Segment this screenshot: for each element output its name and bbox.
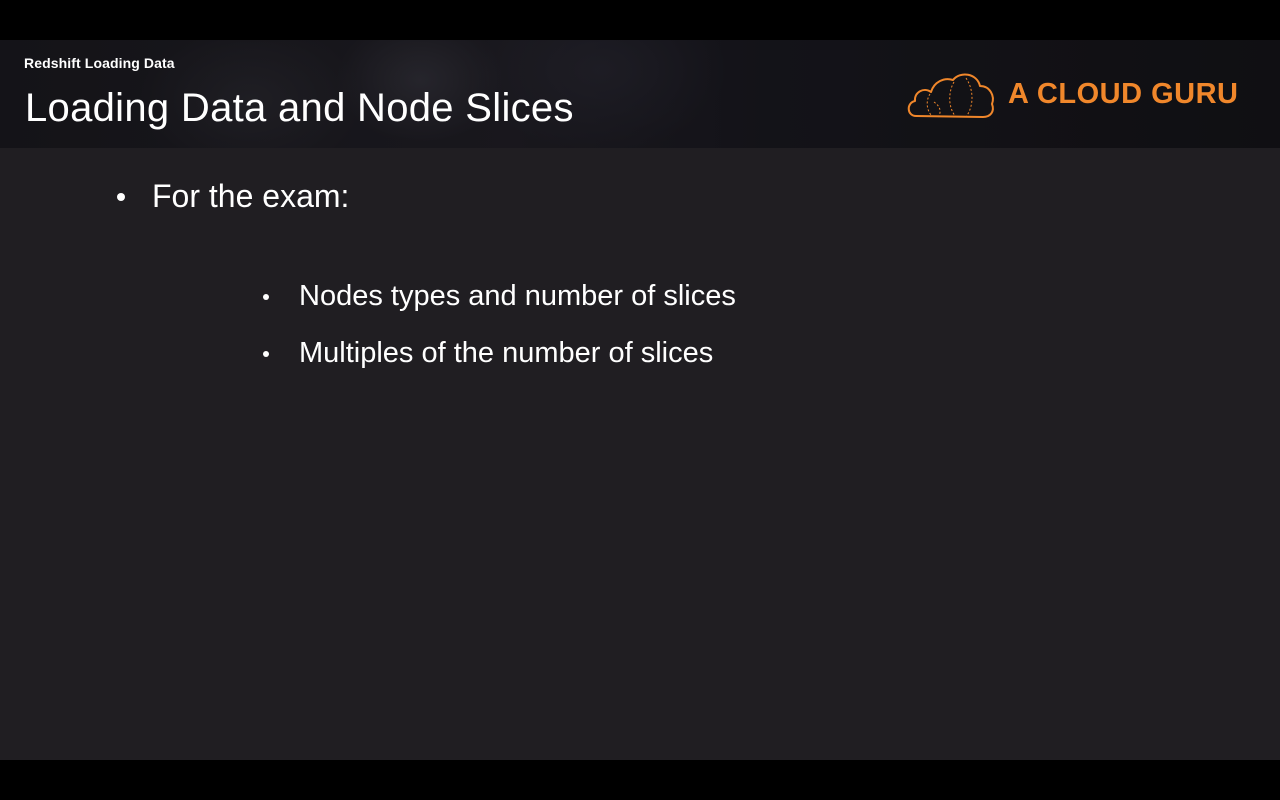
letterbox-top bbox=[0, 0, 1280, 40]
bullet-dot-icon bbox=[263, 350, 269, 357]
slide-header: Redshift Loading Data Loading Data and N… bbox=[0, 40, 1280, 148]
letterbox-bottom bbox=[0, 760, 1280, 800]
sub-bullet-item: Nodes types and number of slices bbox=[263, 280, 736, 313]
brand-name: A CLOUD GURU bbox=[1008, 77, 1239, 110]
bullet-text: For the exam: bbox=[152, 178, 350, 214]
bullet-dot-icon bbox=[263, 293, 269, 300]
slide: Redshift Loading Data Loading Data and N… bbox=[0, 40, 1280, 760]
slide-title: Loading Data and Node Slices bbox=[25, 86, 574, 130]
section-label: Redshift Loading Data bbox=[24, 55, 175, 71]
cloud-icon bbox=[904, 66, 996, 122]
bullet-item: For the exam: bbox=[117, 178, 349, 215]
sub-bullet-text: Multiples of the number of slices bbox=[299, 337, 714, 369]
brand-logo: A CLOUD GURU bbox=[904, 66, 1238, 122]
sub-bullet-item: Multiples of the number of slices bbox=[263, 337, 713, 370]
bullet-dot-icon bbox=[117, 192, 125, 201]
sub-bullet-text: Nodes types and number of slices bbox=[299, 280, 736, 312]
